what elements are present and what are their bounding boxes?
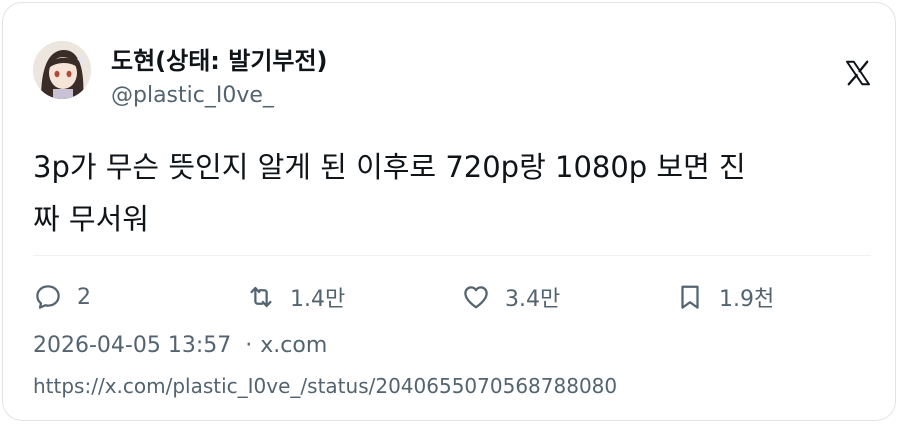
like-button[interactable]: 3.4만	[461, 280, 560, 314]
avatar-image	[33, 41, 91, 99]
meta-separator: ·	[245, 333, 253, 358]
tweet-text: 3p가 무슨 뜻인지 알게 된 이후로 720p랑 1080p 보면 진 짜 무…	[33, 141, 878, 245]
source-link[interactable]: x.com	[260, 333, 327, 358]
bookmark-icon	[681, 285, 699, 309]
avatar[interactable]	[33, 41, 91, 99]
reply-bubble-icon	[36, 285, 60, 309]
timestamp[interactable]: 2026-04-05 13:57	[33, 333, 231, 358]
retweet-button[interactable]: 1.4만	[246, 280, 345, 314]
tweet-url[interactable]: https://x.com/plastic_I0ve_/status/20406…	[33, 374, 617, 398]
retweet-icon	[250, 286, 272, 308]
user-handle[interactable]: @plastic_I0ve_	[111, 83, 274, 108]
retweet-count: 1.4만	[290, 287, 346, 312]
x-logo-icon[interactable]	[843, 58, 873, 88]
heart-icon	[464, 286, 488, 309]
tweet-text-line: 3p가 무슨 뜻인지 알게 된 이후로 720p랑 1080p 보면 진	[33, 150, 746, 184]
divider	[33, 255, 871, 256]
like-count: 3.4만	[505, 287, 561, 312]
tweet-text-line: 짜 무서워	[33, 202, 149, 236]
reply-count: 2	[77, 284, 91, 310]
reply-button[interactable]: 2	[33, 280, 91, 314]
bookmark-button[interactable]: 1.9천	[675, 280, 774, 314]
tweet-card: 도현(상태: 발기부전) @plastic_I0ve_ 3p가 무슨 뜻인지 알…	[2, 2, 896, 421]
tweet-meta: 2026-04-05 13:57 · x.com	[33, 333, 327, 358]
bookmark-count: 1.9천	[719, 287, 775, 312]
display-name[interactable]: 도현(상태: 발기부전)	[111, 41, 328, 76]
